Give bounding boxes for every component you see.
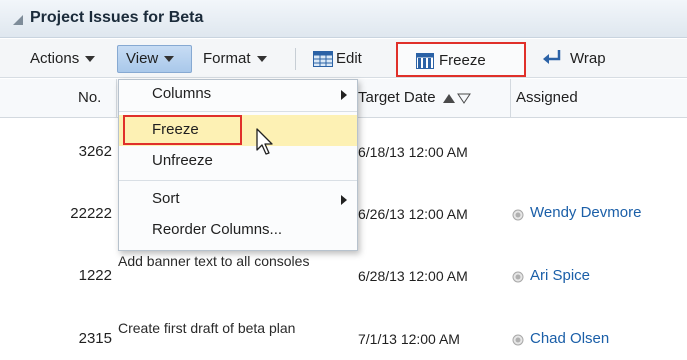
column-header-no[interactable]: No.	[78, 89, 101, 106]
menu-label: Columns	[152, 85, 212, 102]
issue-summary: Add banner text to all consoles	[118, 253, 310, 269]
actions-label: Actions	[30, 50, 80, 67]
person-status-icon	[512, 271, 524, 283]
person-status-icon	[512, 209, 524, 221]
target-date: 6/28/13 12:00 AM	[358, 268, 468, 284]
sort-icons[interactable]	[442, 92, 472, 104]
menu-label: Sort	[152, 190, 180, 207]
wrap-icon	[543, 50, 561, 64]
issue-number: 22222	[70, 205, 112, 222]
column-divider[interactable]	[510, 79, 511, 118]
issue-number: 2315	[78, 330, 112, 347]
target-date-label: Target Date	[358, 89, 436, 106]
toolbar-divider	[295, 48, 296, 70]
toolbar: Actions View Format Edit Freeze Wrap	[0, 39, 687, 78]
sort-ascending-icon	[442, 94, 455, 104]
format-label: Format	[203, 50, 251, 67]
actions-menu-button[interactable]: Actions	[30, 39, 96, 78]
menu-item-reorder-columns[interactable]: Reorder Columns...	[119, 216, 357, 246]
person-status-icon	[512, 334, 524, 346]
format-menu-button[interactable]: Format	[203, 39, 267, 78]
view-menu-button[interactable]: View	[117, 45, 192, 73]
freeze-label: Freeze	[439, 52, 486, 69]
table-row[interactable]: 2315 Create first draft of beta plan 7/1…	[0, 302, 687, 360]
assigned-user-link[interactable]: Chad Olsen	[530, 330, 609, 347]
freeze-button[interactable]: Freeze	[396, 42, 526, 77]
column-header-assigned[interactable]: Assigned	[516, 89, 578, 106]
menu-item-unfreeze[interactable]: Unfreeze	[119, 147, 357, 177]
issue-summary: Create first draft of beta plan	[118, 320, 296, 336]
chevron-down-icon	[256, 56, 267, 63]
menu-divider	[119, 111, 357, 112]
panel-title: Project Issues for Beta	[30, 9, 204, 26]
chevron-right-icon	[341, 195, 347, 205]
chevron-down-icon	[85, 56, 96, 63]
edit-icon	[313, 51, 333, 67]
target-date: 7/1/13 12:00 AM	[358, 331, 460, 347]
menu-item-sort[interactable]: Sort	[119, 185, 357, 215]
assigned-user-link[interactable]: Wendy Devmore	[530, 204, 641, 221]
menu-label: Reorder Columns...	[152, 221, 283, 238]
freeze-callout-box	[123, 115, 242, 145]
assigned-user-link[interactable]: Ari Spice	[530, 267, 590, 284]
edit-button[interactable]: Edit	[336, 39, 362, 78]
sort-descending-icon	[456, 93, 471, 104]
menu-item-columns[interactable]: Columns	[119, 80, 357, 110]
target-date: 6/18/13 12:00 AM	[358, 144, 468, 160]
view-dropdown-menu: Columns Freeze Unfreeze Sort Reorder Col…	[118, 79, 358, 251]
collapse-triangle-icon[interactable]	[12, 14, 24, 26]
menu-divider	[119, 180, 357, 181]
issue-number: 3262	[78, 143, 112, 160]
chevron-right-icon	[341, 90, 347, 100]
target-date: 6/26/13 12:00 AM	[358, 206, 468, 222]
wrap-button[interactable]: Wrap	[570, 39, 606, 78]
view-label: View	[126, 50, 159, 67]
menu-label: Unfreeze	[152, 152, 213, 169]
column-header-target-date[interactable]: Target Date	[358, 89, 472, 106]
mouse-pointer-icon	[256, 128, 273, 155]
chevron-down-icon	[164, 56, 175, 63]
panel-header[interactable]: Project Issues for Beta	[0, 0, 687, 38]
freeze-icon	[416, 53, 434, 69]
issue-number: 1222	[78, 267, 112, 284]
column-divider[interactable]	[116, 79, 117, 118]
